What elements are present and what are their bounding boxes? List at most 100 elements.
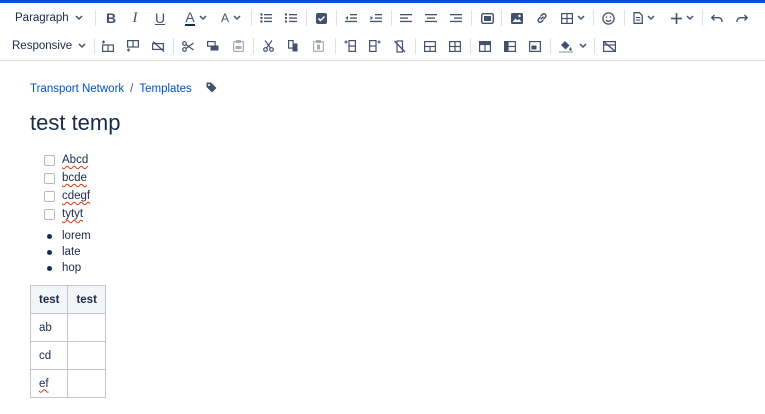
toolbar-divider <box>550 38 551 54</box>
list-item-text[interactable]: hop <box>62 262 81 274</box>
template-button[interactable] <box>630 7 658 29</box>
cell-background-button[interactable] <box>557 35 589 57</box>
insert-row-after-button[interactable] <box>125 35 141 57</box>
insert-table-button[interactable] <box>560 7 586 29</box>
cut-row-button[interactable] <box>180 35 196 57</box>
redo-button[interactable] <box>734 7 750 29</box>
table-cell[interactable]: ef <box>29 369 69 398</box>
text-style-button[interactable]: A <box>218 7 244 29</box>
header-row-button[interactable] <box>477 35 493 57</box>
toolbar-divider <box>306 10 307 26</box>
scissors-icon <box>262 40 274 52</box>
insert-column-before-button[interactable] <box>342 35 358 57</box>
list-item-text[interactable]: late <box>62 246 81 258</box>
table-cell[interactable] <box>67 369 106 398</box>
layout-icon <box>480 12 494 24</box>
table-row: ef <box>29 369 106 398</box>
task-checkbox[interactable] <box>44 172 55 184</box>
indent-icon <box>370 14 382 23</box>
task-list: Abcd bcde cdegf tytyt <box>44 151 90 223</box>
paste-column-button[interactable] <box>310 35 326 57</box>
chevron-down-icon <box>75 15 83 21</box>
table-cell[interactable] <box>67 341 106 370</box>
table-delete-icon <box>602 40 616 52</box>
insert-image-button[interactable] <box>509 7 525 29</box>
paste-row-icon <box>232 40 244 52</box>
page-title[interactable]: test temp <box>30 110 120 136</box>
cell-properties-button[interactable] <box>527 35 543 57</box>
document-icon <box>633 12 643 24</box>
table-cell[interactable] <box>67 313 106 342</box>
task-item: bcde <box>44 169 90 187</box>
task-label[interactable]: cdegf <box>62 190 90 202</box>
table-row: ab <box>29 313 106 342</box>
task-item: tytyt <box>44 205 90 223</box>
insert-column-after-button[interactable] <box>367 35 383 57</box>
toolbar-divider <box>251 10 252 26</box>
task-label[interactable]: Abcd <box>62 154 88 166</box>
align-center-button[interactable] <box>423 7 439 29</box>
cell-properties-icon <box>529 40 541 52</box>
insert-link-button[interactable] <box>534 7 550 29</box>
align-right-button[interactable] <box>448 7 464 29</box>
table-cell-text: ef <box>39 377 49 390</box>
underline-button[interactable]: U <box>152 7 168 29</box>
chevron-down-icon <box>577 15 585 21</box>
toolbar-divider <box>471 10 472 26</box>
paste-row-button[interactable] <box>230 35 246 57</box>
undo-button[interactable] <box>709 7 725 29</box>
merge-cells-icon <box>424 40 436 52</box>
align-left-icon <box>400 14 412 23</box>
task-checkbox[interactable] <box>44 208 55 220</box>
bullet-list-button[interactable] <box>258 7 274 29</box>
copy-row-icon <box>207 41 219 51</box>
copy-row-button[interactable] <box>205 35 221 57</box>
toolbar-divider <box>470 38 471 54</box>
bullet-list: lorem late hop <box>47 228 91 276</box>
breadcrumb-templates[interactable]: Templates <box>139 83 191 95</box>
italic-button[interactable]: I <box>127 7 143 29</box>
header-column-button[interactable] <box>502 35 518 57</box>
outdent-button[interactable] <box>343 7 359 29</box>
numbered-list-button[interactable] <box>283 7 299 29</box>
table-cell[interactable]: cd <box>29 341 69 370</box>
align-left-button[interactable] <box>398 7 414 29</box>
task-label[interactable]: tytyt <box>62 208 83 220</box>
layout-button[interactable] <box>479 7 495 29</box>
bullet-list-icon <box>260 13 272 23</box>
emoji-button[interactable] <box>600 7 616 29</box>
plus-icon <box>670 12 682 24</box>
delete-table-button[interactable] <box>601 35 617 57</box>
split-cells-icon <box>449 40 461 52</box>
task-list-button[interactable] <box>313 7 329 29</box>
copy-column-button[interactable] <box>285 35 301 57</box>
table-header-cell[interactable]: test <box>67 285 106 314</box>
split-cells-button[interactable] <box>447 35 463 57</box>
breadcrumb-transport-network[interactable]: Transport Network <box>30 83 124 95</box>
paragraph-style-dropdown[interactable]: Paragraph <box>15 7 83 29</box>
delete-row-button[interactable] <box>150 35 166 57</box>
responsive-dropdown[interactable]: Responsive <box>12 35 86 57</box>
table-header-cell[interactable]: test <box>29 285 69 314</box>
insert-row-before-button[interactable] <box>100 35 116 57</box>
table-cell[interactable]: ab <box>29 313 69 342</box>
insert-more-button[interactable] <box>668 7 696 29</box>
merge-cells-button[interactable] <box>422 35 438 57</box>
task-checkbox[interactable] <box>44 154 55 166</box>
list-item-text[interactable]: lorem <box>62 230 91 242</box>
list-item: hop <box>47 260 91 276</box>
list-item: late <box>47 244 91 260</box>
delete-column-button[interactable] <box>392 35 408 57</box>
label-tag-button[interactable] <box>206 82 217 96</box>
cut-column-button[interactable] <box>260 35 276 57</box>
task-label[interactable]: bcde <box>62 172 87 184</box>
numbered-list-icon <box>285 13 297 23</box>
bullet-dot <box>47 265 52 271</box>
bold-button[interactable]: B <box>103 7 119 29</box>
indent-button[interactable] <box>368 7 384 29</box>
toolbar-divider <box>624 10 625 26</box>
emoji-icon <box>601 11 615 25</box>
text-color-button[interactable]: A <box>182 7 210 29</box>
table-icon <box>561 12 573 24</box>
task-checkbox[interactable] <box>44 190 55 202</box>
